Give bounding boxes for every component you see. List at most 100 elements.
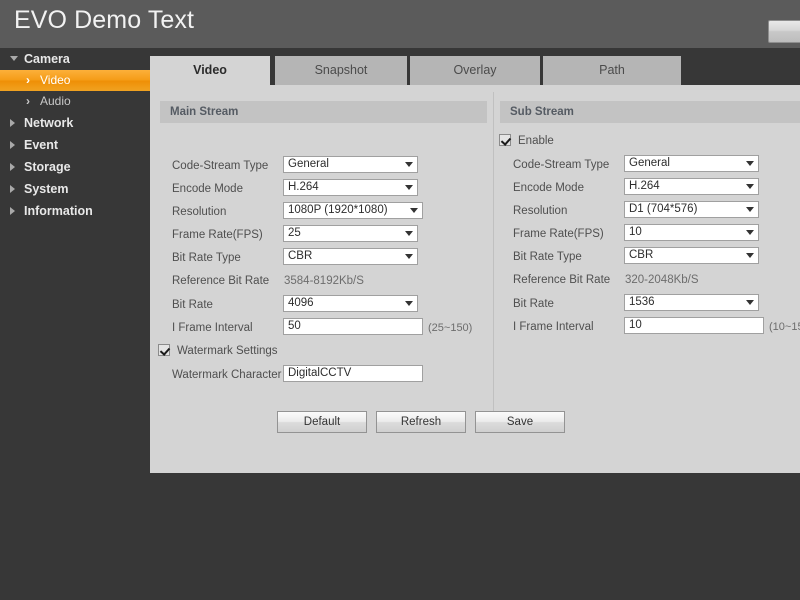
refresh-button[interactable]: Refresh xyxy=(376,411,466,433)
main-reference-bit-rate-label: Reference Bit Rate xyxy=(172,275,270,287)
triangle-right-icon xyxy=(10,141,15,149)
sidebar-group-network[interactable]: Network xyxy=(0,112,150,134)
main-code-stream-type-select[interactable]: General xyxy=(283,156,418,173)
sub-reference-bit-rate-label: Reference Bit Rate xyxy=(513,274,611,286)
chevron-down-icon xyxy=(746,300,754,305)
chevron-down-icon xyxy=(405,254,413,259)
application-window: EVO Demo Text Camera › Video › Audio Net… xyxy=(0,0,800,600)
triangle-right-icon xyxy=(10,119,15,127)
sidebar-group-label: Camera xyxy=(24,52,70,66)
main-resolution-label: Resolution xyxy=(172,206,227,218)
sidebar-group-label: Storage xyxy=(24,160,71,174)
checkmark-icon xyxy=(158,344,170,356)
sidebar-group-storage[interactable]: Storage xyxy=(0,156,150,178)
sidebar-item-label: Audio xyxy=(40,94,71,108)
logout-button[interactable] xyxy=(768,20,800,43)
sub-bit-rate-value: 1536 xyxy=(629,296,655,308)
sub-resolution-select[interactable]: D1 (704*576) xyxy=(624,201,759,218)
main-bit-rate-type-select[interactable]: CBR xyxy=(283,248,418,265)
tab-video[interactable]: Video xyxy=(150,56,270,85)
tab-bar: Video Snapshot Overlay Path xyxy=(150,56,800,85)
sidebar-group-label: System xyxy=(24,182,69,196)
sidebar-group-label: Event xyxy=(24,138,59,152)
main-bit-rate-label: Bit Rate xyxy=(172,299,213,311)
sub-bit-rate-type-label: Bit Rate Type xyxy=(513,251,582,263)
chevron-down-icon xyxy=(746,253,754,258)
sidebar-item-audio[interactable]: › Audio xyxy=(0,91,150,112)
sub-encode-mode-value: H.264 xyxy=(629,180,660,192)
watermark-character-input[interactable]: DigitalCCTV xyxy=(283,365,423,382)
sub-code-stream-type-select[interactable]: General xyxy=(624,155,759,172)
main-frame-rate-select[interactable]: 25 xyxy=(283,225,418,242)
main-code-stream-type-value: General xyxy=(288,158,329,170)
sub-code-stream-type-value: General xyxy=(629,157,670,169)
tab-overlay[interactable]: Overlay xyxy=(410,56,540,85)
main-reference-bit-rate-value: 3584-8192Kb/S xyxy=(284,275,364,287)
watermark-settings-label: Watermark Settings xyxy=(177,345,278,357)
sub-encode-mode-select[interactable]: H.264 xyxy=(624,178,759,195)
sub-i-frame-interval-input[interactable]: 10 xyxy=(624,317,764,334)
page-title: EVO Demo Text xyxy=(14,6,195,34)
sidebar-group-system[interactable]: System xyxy=(0,178,150,200)
triangle-down-icon xyxy=(10,56,18,61)
save-button[interactable]: Save xyxy=(475,411,565,433)
watermark-character-label: Watermark Character xyxy=(172,369,282,381)
triangle-right-icon xyxy=(10,185,15,193)
triangle-right-icon xyxy=(10,163,15,171)
sidebar-item-video[interactable]: › Video xyxy=(0,70,150,91)
main-resolution-select[interactable]: 1080P (1920*1080) xyxy=(283,202,423,219)
main-bit-rate-value: 4096 xyxy=(288,297,314,309)
sub-stream-section-title: Sub Stream xyxy=(500,101,800,123)
sub-frame-rate-value: 10 xyxy=(629,226,642,238)
sub-encode-mode-label: Encode Mode xyxy=(513,182,584,194)
sub-bit-rate-type-value: CBR xyxy=(629,249,654,261)
sub-frame-rate-label: Frame Rate(FPS) xyxy=(513,228,604,240)
main-stream-section-title: Main Stream xyxy=(160,101,487,123)
chevron-down-icon xyxy=(746,230,754,235)
triangle-right-icon xyxy=(10,207,15,215)
sub-resolution-value: D1 (704*576) xyxy=(629,203,698,215)
main-frame-rate-label: Frame Rate(FPS) xyxy=(172,229,263,241)
default-button[interactable]: Default xyxy=(277,411,367,433)
main-code-stream-type-label: Code-Stream Type xyxy=(172,160,269,172)
tab-path[interactable]: Path xyxy=(543,56,681,85)
chevron-down-icon xyxy=(405,162,413,167)
sidebar-group-information[interactable]: Information xyxy=(0,200,150,222)
main-i-frame-interval-label: I Frame Interval xyxy=(172,322,253,334)
sidebar-group-event[interactable]: Event xyxy=(0,134,150,156)
sidebar-group-label: Information xyxy=(24,204,93,218)
sidebar: Camera › Video › Audio Network Event Sto… xyxy=(0,48,150,600)
main-encode-mode-label: Encode Mode xyxy=(172,183,243,195)
sub-code-stream-type-label: Code-Stream Type xyxy=(513,159,610,171)
chevron-right-icon: › xyxy=(26,94,30,108)
chevron-down-icon xyxy=(746,161,754,166)
panel-divider xyxy=(493,92,494,422)
sub-bit-rate-type-select[interactable]: CBR xyxy=(624,247,759,264)
chevron-right-icon: › xyxy=(26,73,30,87)
chevron-down-icon xyxy=(405,231,413,236)
main-bit-rate-type-value: CBR xyxy=(288,250,313,262)
sub-bit-rate-label: Bit Rate xyxy=(513,298,554,310)
tab-snapshot[interactable]: Snapshot xyxy=(275,56,407,85)
sub-reference-bit-rate-value: 320-2048Kb/S xyxy=(625,274,699,286)
main-bit-rate-type-label: Bit Rate Type xyxy=(172,252,241,264)
sub-stream-enable-label: Enable xyxy=(518,135,554,147)
sub-resolution-label: Resolution xyxy=(513,205,568,217)
sub-bit-rate-select[interactable]: 1536 xyxy=(624,294,759,311)
sidebar-group-label: Network xyxy=(24,116,74,130)
main-resolution-value: 1080P (1920*1080) xyxy=(288,204,388,216)
main-i-frame-interval-hint: (25~150) xyxy=(428,322,473,334)
chevron-down-icon xyxy=(410,208,418,213)
main-encode-mode-select[interactable]: H.264 xyxy=(283,179,418,196)
main-bit-rate-select[interactable]: 4096 xyxy=(283,295,418,312)
app-header: EVO Demo Text xyxy=(0,0,800,48)
checkmark-icon xyxy=(499,134,511,146)
main-encode-mode-value: H.264 xyxy=(288,181,319,193)
sub-frame-rate-select[interactable]: 10 xyxy=(624,224,759,241)
chevron-down-icon xyxy=(405,185,413,190)
chevron-down-icon xyxy=(746,207,754,212)
sidebar-group-camera[interactable]: Camera xyxy=(0,48,150,70)
content-panel: Video Snapshot Overlay Path Main Stream … xyxy=(150,56,800,473)
sidebar-item-label: Video xyxy=(40,73,71,87)
main-i-frame-interval-input[interactable]: 50 xyxy=(283,318,423,335)
